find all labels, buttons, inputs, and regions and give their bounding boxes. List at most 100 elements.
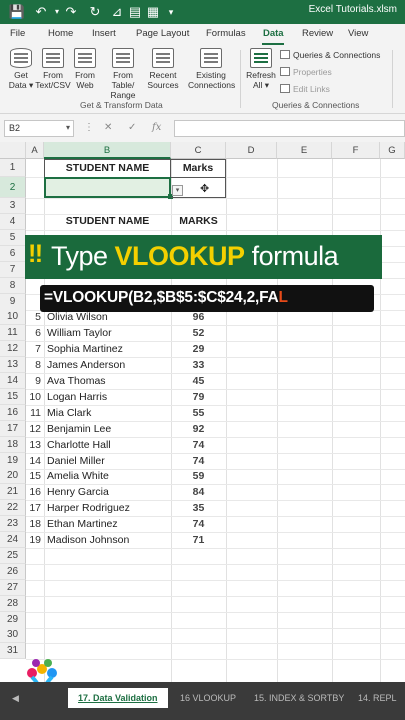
row-header-13[interactable]: 13 (0, 357, 26, 374)
tab-view[interactable]: View (348, 28, 368, 39)
student-name[interactable]: Harper Rodriguez (47, 500, 169, 516)
student-name[interactable]: James Anderson (47, 357, 169, 373)
insert-function-icon[interactable]: fx (152, 122, 161, 133)
row-header-21[interactable]: 21 (0, 484, 26, 501)
student-index[interactable]: 7 (26, 341, 41, 357)
student-marks[interactable]: 29 (171, 341, 226, 357)
student-name[interactable]: Henry Garcia (47, 484, 169, 500)
column-header-a[interactable]: A (26, 142, 44, 159)
row-header-4[interactable]: 4 (0, 214, 26, 230)
student-marks[interactable]: 74 (171, 453, 226, 469)
sheet-tab-index-sortby[interactable]: 15. INDEX & SORTBY (254, 688, 344, 708)
student-marks[interactable]: 33 (171, 357, 226, 373)
student-name[interactable]: Logan Harris (47, 389, 169, 405)
column-header-g[interactable]: G (380, 142, 405, 159)
student-index[interactable]: 13 (26, 437, 41, 453)
row-header-2[interactable]: 2 (0, 177, 26, 198)
name-box[interactable]: B2 ▾ (4, 120, 74, 137)
selected-cell-b2[interactable] (44, 177, 171, 198)
column-header-c[interactable]: C (171, 142, 226, 159)
row-header-30[interactable]: 30 (0, 627, 26, 644)
student-index[interactable]: 5 (26, 309, 41, 325)
sheet-tab-vlookup[interactable]: 16 VLOOKUP (180, 688, 236, 708)
row-header-20[interactable]: 20 (0, 468, 26, 485)
row-header-6[interactable]: 6 (0, 245, 26, 262)
row-header-28[interactable]: 28 (0, 595, 26, 612)
sheet-tab-data-validation[interactable]: 17. Data Validation (68, 688, 168, 708)
student-index[interactable]: 10 (26, 389, 41, 405)
row-header-17[interactable]: 17 (0, 420, 26, 437)
student-index[interactable]: 9 (26, 373, 41, 389)
student-marks[interactable]: 59 (171, 468, 226, 484)
student-index[interactable]: 12 (26, 421, 41, 437)
student-index[interactable]: 8 (26, 357, 41, 373)
row-header-24[interactable]: 24 (0, 532, 26, 548)
column-header-d[interactable]: D (226, 142, 277, 159)
row-header-26[interactable]: 26 (0, 563, 26, 580)
save-icon[interactable]: 💾 (8, 3, 26, 21)
student-index[interactable]: 11 (26, 405, 41, 421)
sheet-tab-repl[interactable]: 14. REPL (358, 688, 397, 708)
refresh-icon[interactable]: ↻ (86, 3, 104, 21)
cancel-icon[interactable]: ✕ (104, 122, 112, 133)
from-table-range-button[interactable]: From Table/ Range (102, 48, 144, 100)
row-header-18[interactable]: 18 (0, 436, 26, 453)
student-marks[interactable]: 74 (171, 516, 226, 532)
formula-input[interactable] (174, 120, 405, 137)
properties-button[interactable]: Properties (280, 67, 332, 77)
row-header-3[interactable]: 3 (0, 198, 26, 214)
redo-icon[interactable]: ↷ (62, 3, 80, 21)
row-header-14[interactable]: 14 (0, 373, 26, 389)
student-name[interactable]: Daniel Miller (47, 453, 169, 469)
row-header-12[interactable]: 12 (0, 341, 26, 358)
row-header-19[interactable]: 19 (0, 452, 26, 469)
row-header-10[interactable]: 10 (0, 309, 26, 326)
column-header-f[interactable]: F (332, 142, 380, 159)
column-header-b[interactable]: B (44, 142, 171, 159)
row-header-25[interactable]: 25 (0, 547, 26, 564)
student-marks[interactable]: 35 (171, 500, 226, 516)
student-marks[interactable]: 92 (171, 421, 226, 437)
tab-home[interactable]: Home (48, 28, 73, 39)
row-header-8[interactable]: 8 (0, 277, 26, 294)
student-name[interactable]: Benjamin Lee (47, 421, 169, 437)
table-icon[interactable]: ▤ (126, 3, 144, 21)
select-all-corner[interactable] (0, 142, 26, 159)
tab-formulas[interactable]: Formulas (206, 28, 246, 39)
row-header-23[interactable]: 23 (0, 516, 26, 533)
student-marks[interactable]: 52 (171, 325, 226, 341)
enter-icon[interactable]: ✓ (128, 122, 136, 133)
spreadsheet-grid[interactable]: A B C D E F G 1 2 3 4 5 6 7 8 9 10 11 12 13 14 15 16 17 1… (0, 142, 405, 682)
student-marks[interactable]: 55 (171, 405, 226, 421)
row-header-15[interactable]: 15 (0, 388, 26, 405)
queries-connections-button[interactable]: Queries & Connections (280, 50, 380, 60)
student-marks[interactable]: 84 (171, 484, 226, 500)
student-marks[interactable]: 74 (171, 437, 226, 453)
row-header-29[interactable]: 29 (0, 611, 26, 628)
dropdown-arrow-icon[interactable]: ▾ (172, 185, 183, 196)
tab-file[interactable]: File (10, 28, 25, 39)
student-index[interactable]: 6 (26, 325, 41, 341)
student-index[interactable]: 18 (26, 516, 41, 532)
student-name[interactable]: Amelia White (47, 468, 169, 484)
student-name[interactable]: Mia Clark (47, 405, 169, 421)
sheet-nav-left-icon[interactable]: ◀ (12, 688, 19, 708)
student-index[interactable]: 16 (26, 484, 41, 500)
student-name[interactable]: Madison Johnson (47, 532, 169, 548)
student-name[interactable]: William Taylor (47, 325, 169, 341)
student-index[interactable]: 19 (26, 532, 41, 548)
from-web-button[interactable]: From Web (64, 48, 106, 90)
student-marks[interactable]: 71 (171, 532, 226, 548)
student-name[interactable]: Charlotte Hall (47, 437, 169, 453)
student-index[interactable]: 15 (26, 468, 41, 484)
student-marks[interactable]: 45 (171, 373, 226, 389)
customize-icon[interactable]: ▾ (162, 3, 180, 21)
student-name[interactable]: Ava Thomas (47, 373, 169, 389)
recent-sources-button[interactable]: Recent Sources (142, 48, 184, 90)
tab-review[interactable]: Review (302, 28, 333, 39)
tab-insert[interactable]: Insert (92, 28, 116, 39)
row-header-22[interactable]: 22 (0, 500, 26, 517)
row-header-16[interactable]: 16 (0, 404, 26, 421)
student-index[interactable]: 17 (26, 500, 41, 516)
student-name[interactable]: Ethan Martinez (47, 516, 169, 532)
